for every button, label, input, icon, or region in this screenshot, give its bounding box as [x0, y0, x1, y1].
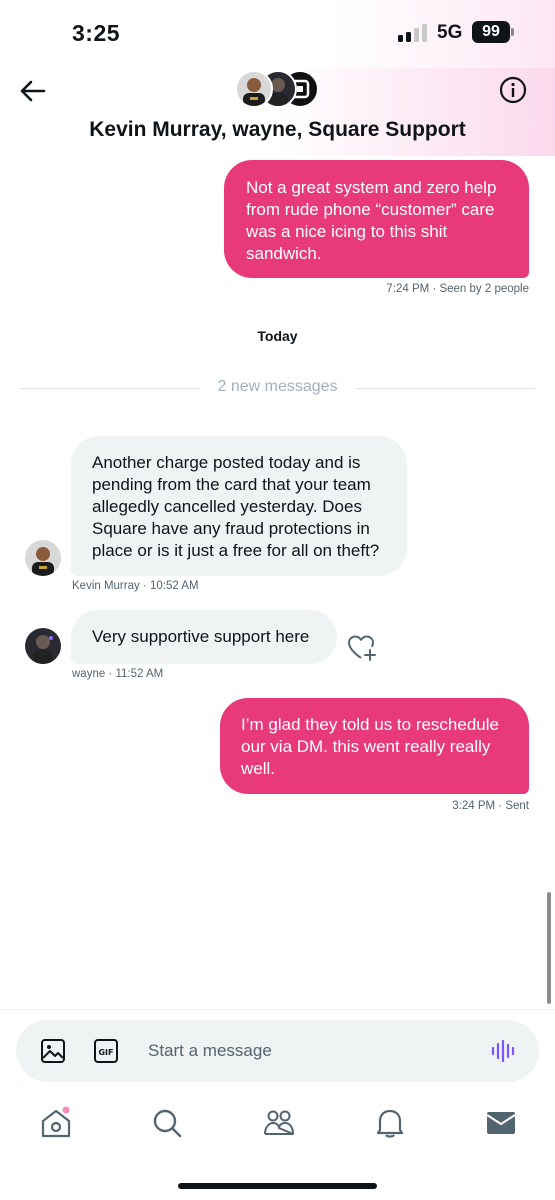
message-input[interactable]	[148, 1034, 468, 1068]
scrollbar[interactable]	[547, 892, 551, 1004]
search-icon[interactable]	[150, 1106, 184, 1140]
wayne-avatar[interactable]	[25, 628, 61, 664]
notifications-icon[interactable]	[373, 1106, 407, 1140]
group-avatars[interactable]	[233, 68, 323, 108]
message-meta: wayne · 11:52 AM	[72, 668, 164, 680]
message-text: I’m glad they told us to reschedule our …	[241, 715, 499, 778]
voice-icon[interactable]	[490, 1038, 516, 1064]
home-indicator	[178, 1183, 377, 1189]
bottom-tab-bar	[0, 1090, 555, 1160]
message-meta: Kevin Murray · 10:52 AM	[72, 580, 199, 592]
gif-icon[interactable]: GIF	[93, 1038, 119, 1064]
day-divider: Today	[257, 328, 298, 344]
add-reaction-heart-icon[interactable]	[346, 632, 378, 664]
message-bubble-outgoing[interactable]: Not a great system and zero help from ru…	[224, 160, 529, 278]
conversation-title[interactable]: Kevin Murray, wayne, Square Support	[0, 118, 555, 142]
back-arrow-icon[interactable]	[18, 76, 48, 106]
message-text: Not a great system and zero help from ru…	[246, 178, 497, 263]
message-text: Very supportive support here	[92, 627, 310, 646]
message-meta: 3:24 PM · Sent	[452, 800, 529, 812]
composer-divider	[0, 1009, 555, 1010]
message-text: Another charge posted today and is pendi…	[92, 453, 380, 560]
conversation-header: Kevin Murray, wayne, Square Support	[0, 68, 555, 156]
svg-text:GIF: GIF	[98, 1048, 113, 1057]
messages-icon[interactable]	[484, 1106, 518, 1140]
status-bar: 3:25 5G 99	[0, 0, 555, 68]
status-time: 3:25	[72, 20, 121, 46]
home-icon[interactable]	[39, 1106, 73, 1140]
message-bubble-incoming[interactable]: Another charge posted today and is pendi…	[71, 436, 407, 576]
info-icon[interactable]	[499, 76, 527, 104]
image-icon[interactable]	[40, 1038, 66, 1064]
network-type: 5G	[437, 22, 463, 43]
kevin-murray-avatar	[235, 70, 273, 108]
communities-icon[interactable]	[262, 1106, 296, 1140]
message-composer: GIF	[16, 1020, 539, 1082]
kevin-murray-avatar[interactable]	[25, 540, 61, 576]
new-messages-divider: 2 new messages	[20, 378, 535, 398]
signal-strength-icon	[398, 24, 427, 42]
message-meta: 7:24 PM · Seen by 2 people	[386, 283, 529, 295]
new-messages-label: 2 new messages	[217, 378, 338, 395]
message-bubble-incoming[interactable]: Very supportive support here	[71, 610, 337, 664]
message-bubble-outgoing[interactable]: I’m glad they told us to reschedule our …	[220, 698, 529, 794]
battery-indicator: 99	[472, 21, 514, 43]
